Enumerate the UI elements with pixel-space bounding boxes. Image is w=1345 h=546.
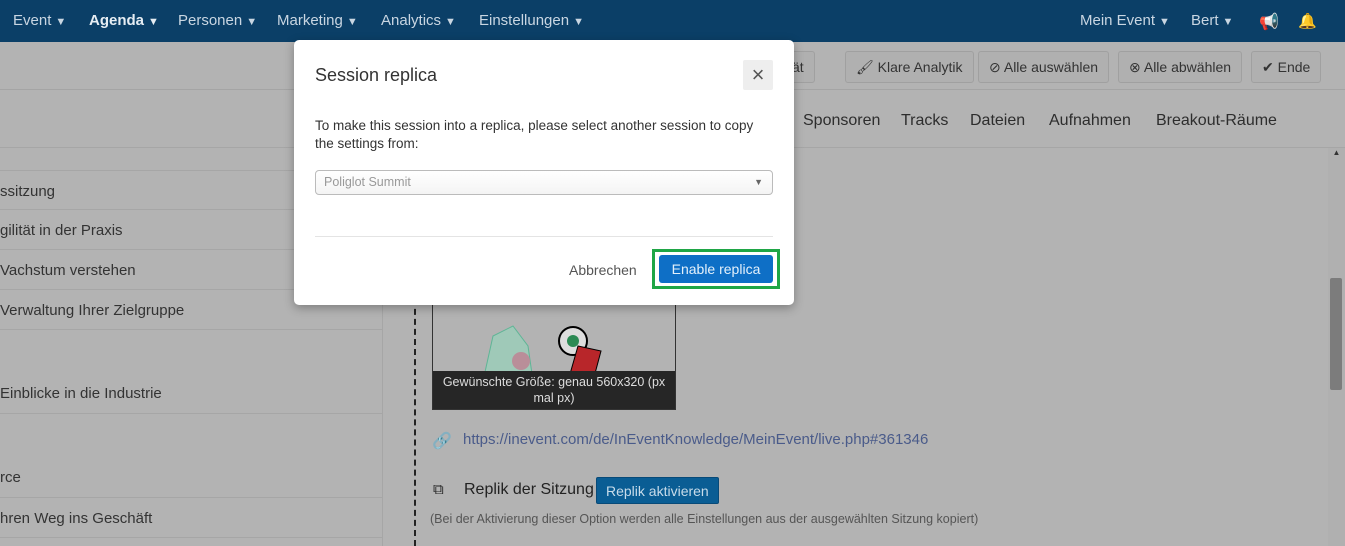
nav-user[interactable]: Bert ▼ (1191, 12, 1233, 29)
tab-aufnahmen[interactable]: Aufnahmen (1049, 112, 1131, 130)
enable-replica-button[interactable]: Enable replica (659, 255, 773, 283)
nav-analytics[interactable]: Analytics ▼ (381, 12, 456, 29)
replica-hint: (Bei der Aktivierung dieser Option werde… (430, 512, 979, 526)
scrollbar[interactable]: ▲ (1328, 148, 1345, 546)
modal-title: Session replica (315, 65, 438, 85)
highlight-box: Enable replica (652, 249, 780, 289)
tab-tracks[interactable]: Tracks (901, 112, 948, 130)
list-item[interactable]: rce (0, 414, 383, 498)
chevron-down-icon: ▼ (246, 16, 258, 28)
end-button[interactable]: ✔ Ende (1251, 51, 1322, 83)
scroll-up-icon[interactable]: ▲ (1328, 148, 1345, 157)
top-nav: Event ▼ Agenda ▼ Personen ▼ Marketing ▼ Anal… (0, 0, 1345, 42)
copy-icon: ⧉ (433, 481, 444, 498)
image-caption: Gewünschte Größe: genau 560x320 (px mal … (433, 371, 675, 409)
list-item[interactable]: Einblicke in die Industrie (0, 330, 383, 414)
chevron-down-icon: ▼ (445, 16, 456, 28)
chevron-down-icon: ▼ (148, 16, 159, 28)
session-select[interactable]: Poliglot Summit ▼ (315, 170, 773, 195)
x-circle-icon: ⊗ (1129, 59, 1144, 75)
session-link[interactable]: https://inevent.com/de/InEventKnowledge/… (463, 431, 928, 448)
tab-sponsoren[interactable]: Sponsoren (803, 112, 880, 130)
tab-breakout-raeume[interactable]: Breakout-Räume (1156, 112, 1277, 130)
megaphone-icon[interactable]: 📢 (1259, 12, 1279, 32)
nav-marketing[interactable]: Marketing ▼ (277, 12, 358, 29)
nav-einstellungen[interactable]: Einstellungen ▼ (479, 12, 584, 29)
modal-text: To make this session into a replica, ple… (315, 118, 754, 151)
chevron-down-icon: ▼ (573, 16, 584, 28)
cancel-button[interactable]: Abbrechen (569, 262, 637, 278)
divider (315, 236, 773, 237)
replica-label: Replik der Sitzung (464, 481, 594, 498)
nav-mein-event[interactable]: Mein Event ▼ (1080, 12, 1170, 29)
nav-personen[interactable]: Personen ▼ (178, 12, 257, 29)
close-icon[interactable]: × (743, 60, 773, 90)
chevron-down-icon: ▼ (1222, 16, 1234, 28)
check-circle-icon: ⊘ (989, 59, 1004, 75)
deselect-all-button[interactable]: ⊗ Alle abwählen (1118, 51, 1243, 83)
scrollbar-thumb[interactable] (1330, 278, 1342, 390)
chevron-down-icon: ▼ (1159, 16, 1170, 28)
tab-dateien[interactable]: Dateien (970, 112, 1025, 130)
activate-replica-button[interactable]: Replik aktivieren (596, 477, 719, 504)
brush-icon: 🖌 (856, 59, 878, 75)
nav-event[interactable]: Event ▼ (13, 12, 66, 29)
chevron-down-icon: ▼ (346, 16, 358, 28)
chevron-down-icon: ▼ (55, 16, 67, 28)
check-icon: ✔ (1262, 59, 1278, 75)
clear-analytics-button[interactable]: 🖌 Klare Analytik (845, 51, 974, 83)
list-item[interactable]: hren Weg ins Geschäft (0, 498, 383, 538)
session-replica-modal: Session replica × To make this session i… (294, 40, 794, 305)
nav-agenda[interactable]: Agenda ▼ (89, 12, 159, 29)
link-icon: 🔗 (432, 433, 452, 450)
caret-down-icon: ▼ (754, 177, 763, 187)
bell-icon[interactable]: 🔔 (1298, 12, 1317, 30)
select-all-button[interactable]: ⊘ Alle auswählen (978, 51, 1110, 83)
